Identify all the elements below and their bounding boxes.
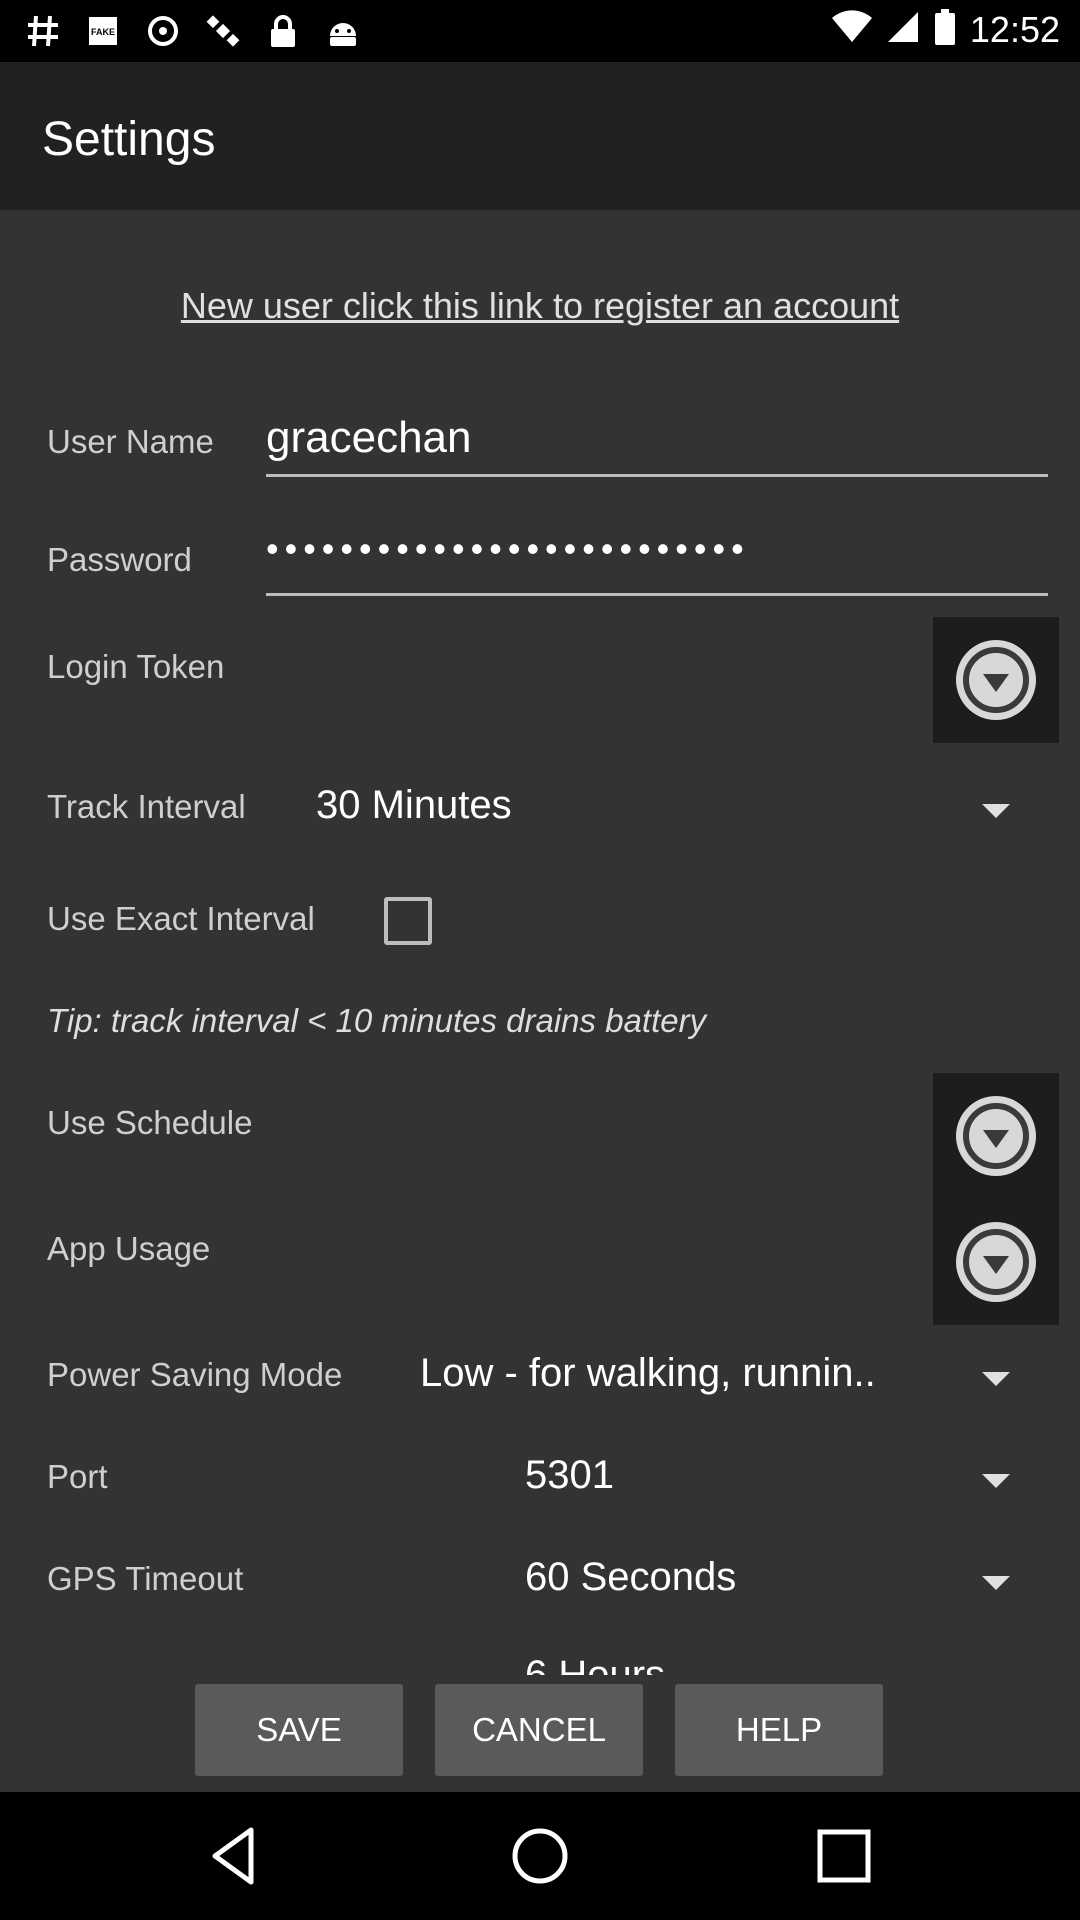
track-interval-select[interactable]: 30 Minutes [316, 783, 512, 828]
power-saving-mode-caret-icon[interactable] [982, 1372, 1010, 1386]
port-caret-icon[interactable] [982, 1474, 1010, 1488]
svg-text:FAKE: FAKE [91, 27, 115, 37]
help-button[interactable]: HELP [675, 1684, 883, 1776]
login-token-label: Login Token [47, 648, 225, 685]
expand-icon [963, 1229, 1029, 1295]
power-saving-mode-select[interactable]: Low - for walking, runnin.. [420, 1351, 876, 1396]
use-exact-interval-label: Use Exact Interval [47, 900, 315, 937]
tip-text: Tip: track interval < 10 minutes drains … [47, 1002, 707, 1039]
fake-gps-icon: FAKE [84, 12, 122, 50]
wifi-icon [831, 10, 872, 49]
lock-icon [264, 12, 302, 50]
password-underline [266, 593, 1048, 596]
password-input[interactable]: •••••••••••••••••••••••••• [266, 528, 750, 570]
partial-next-value: 6 Hours [525, 1653, 666, 1675]
app-usage-label: App Usage [47, 1230, 211, 1267]
port-select[interactable]: 5301 [525, 1453, 614, 1498]
user-name-label: User Name [47, 423, 214, 460]
track-interval-label: Track Interval [47, 788, 246, 825]
expand-icon [963, 1103, 1029, 1169]
gps-timeout-label: GPS Timeout [47, 1560, 244, 1597]
page-title: Settings [42, 113, 216, 166]
use-exact-interval-checkbox[interactable] [384, 897, 432, 945]
app-bar: Settings [0, 62, 1080, 210]
user-name-input[interactable]: gracechan [266, 413, 471, 463]
expand-buttons-panel [933, 1073, 1059, 1325]
app-usage-expand-button[interactable] [956, 1222, 1036, 1302]
expand-icon [956, 640, 1036, 720]
satellite-icon [204, 12, 242, 50]
status-icons: FAKE [24, 12, 362, 50]
gps-timeout-select[interactable]: 60 Seconds [525, 1555, 736, 1600]
clock: 12:52 [969, 8, 1060, 50]
user-name-underline [266, 474, 1048, 477]
hash-icon [24, 12, 62, 50]
battery-icon [934, 8, 956, 51]
track-interval-caret-icon[interactable] [982, 804, 1010, 818]
signal-icon [886, 10, 920, 49]
cancel-button[interactable]: CANCEL [435, 1684, 643, 1776]
back-icon[interactable] [199, 1820, 271, 1892]
status-right: 12:52 [831, 8, 1060, 51]
settings-form: New user click this link to register an … [0, 210, 1080, 1792]
login-token-expand-button[interactable] [933, 617, 1059, 743]
use-schedule-label: Use Schedule [47, 1104, 253, 1141]
gps-timeout-caret-icon[interactable] [982, 1576, 1010, 1590]
android-icon [324, 12, 362, 50]
power-saving-mode-label: Power Saving Mode [47, 1356, 343, 1393]
recents-icon[interactable] [808, 1820, 880, 1892]
home-icon[interactable] [504, 1820, 576, 1892]
status-bar: FAKE 12:52 [0, 0, 1080, 62]
use-schedule-expand-button[interactable] [956, 1096, 1036, 1176]
data-saver-icon [144, 12, 182, 50]
save-button[interactable]: SAVE [195, 1684, 403, 1776]
register-link[interactable]: New user click this link to register an … [0, 285, 1080, 327]
port-label: Port [47, 1458, 108, 1495]
password-label: Password [47, 541, 192, 578]
navigation-bar [0, 1792, 1080, 1920]
